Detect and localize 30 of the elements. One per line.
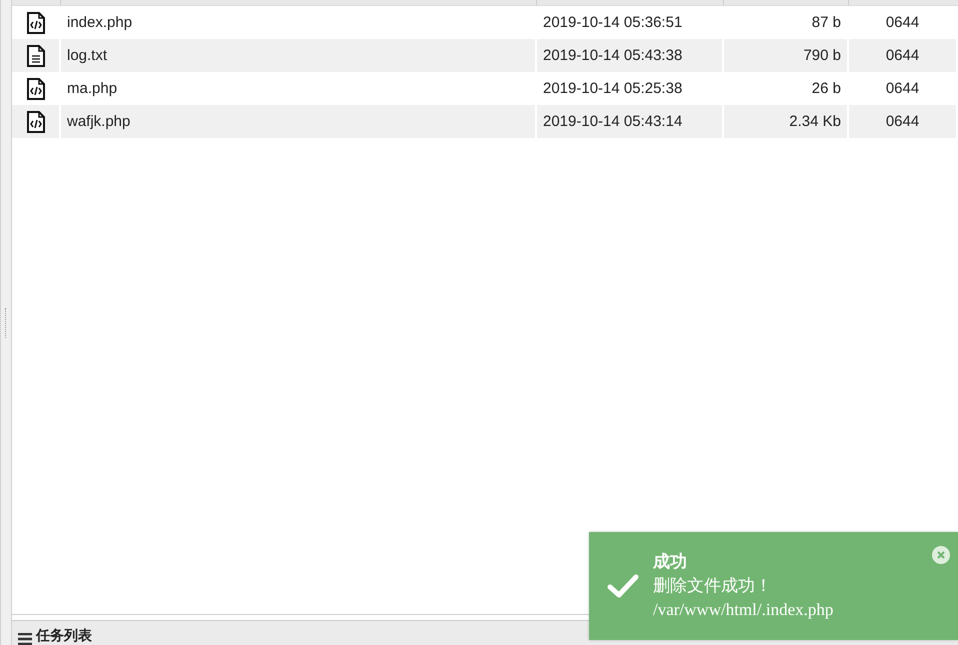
- file-size: 2.34 Kb: [789, 113, 841, 130]
- close-button[interactable]: [932, 546, 950, 564]
- toast-title: 成功: [653, 551, 688, 573]
- file-size: 26 b: [812, 80, 841, 97]
- toast-message: 删除文件成功！: [653, 575, 773, 597]
- file-size: 790 b: [803, 47, 841, 64]
- toast-path: /var/www/html/.index.php: [653, 599, 834, 621]
- modified-date: 2019-10-14 05:25:38: [543, 80, 682, 97]
- file-permissions: 0644: [886, 47, 920, 64]
- file-name: wafjk.php: [67, 113, 130, 130]
- code-file-icon: [26, 110, 46, 132]
- code-file-icon: [26, 12, 46, 34]
- close-icon: [937, 551, 945, 559]
- file-name: index.php: [67, 14, 132, 31]
- list-icon: [18, 633, 32, 645]
- file-permissions: 0644: [886, 113, 920, 130]
- modified-date: 2019-10-14 05:43:38: [543, 47, 682, 64]
- file-name: log.txt: [67, 47, 108, 64]
- file-row[interactable]: log.txt 2019-10-14 05:43:38 790 b 0644: [12, 39, 958, 72]
- file-permissions: 0644: [886, 80, 920, 97]
- file-row[interactable]: wafjk.php 2019-10-14 05:43:14 2.34 Kb 0644: [12, 105, 958, 138]
- panel-title: 任务列表: [36, 627, 92, 645]
- file-permissions: 0644: [886, 14, 920, 31]
- modified-date: 2019-10-14 05:36:51: [543, 14, 682, 31]
- code-file-icon: [26, 78, 46, 100]
- modified-date: 2019-10-14 05:43:14: [543, 113, 682, 130]
- checkmark-icon: [607, 573, 639, 599]
- file-size: 87 b: [812, 14, 841, 31]
- text-file-icon: [26, 44, 46, 66]
- file-name: ma.php: [67, 80, 118, 97]
